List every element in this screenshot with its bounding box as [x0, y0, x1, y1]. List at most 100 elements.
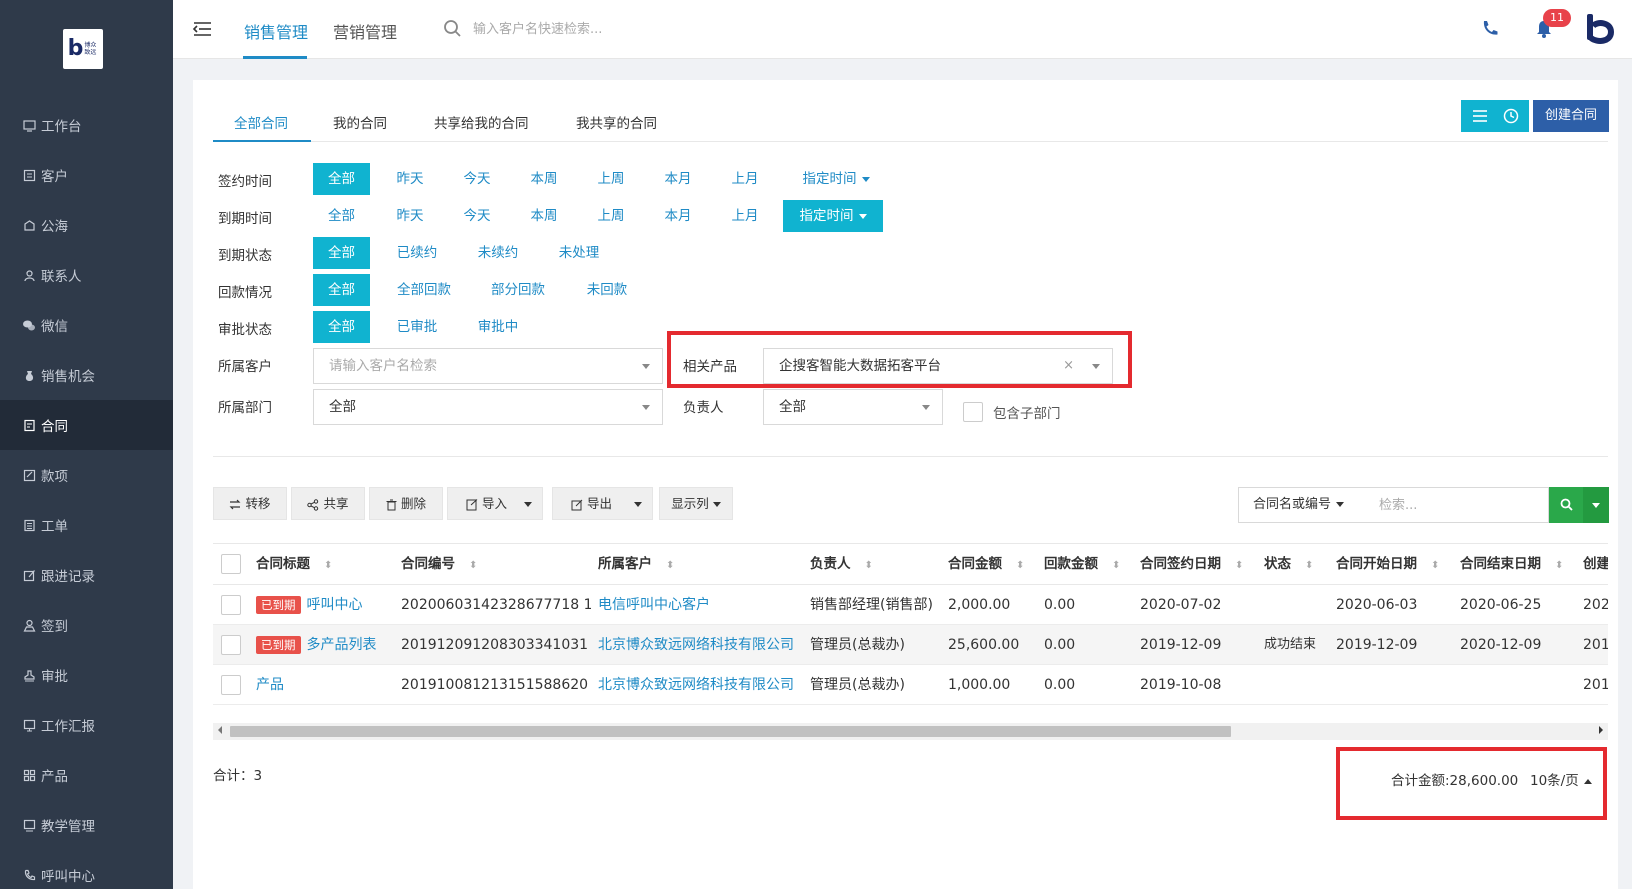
due-time-option-custom[interactable]: 指定时间 [783, 200, 883, 232]
sign-time-option-today[interactable]: 今天 [450, 163, 504, 195]
contract-title-link[interactable]: 已到期 多产品列表 [256, 625, 377, 665]
sign-time-option-yesterday[interactable]: 昨天 [383, 163, 437, 195]
list-view-icon[interactable] [1472, 109, 1488, 123]
approval-option-approved[interactable]: 已审批 [385, 311, 449, 343]
tab-sales-management[interactable]: 销售管理 [244, 19, 308, 43]
search-button[interactable] [1549, 487, 1583, 523]
sidebar-item-product[interactable]: 产品 [0, 750, 173, 800]
column-header-owner[interactable]: 负责人 ⬍ [810, 544, 873, 584]
payment-option-none[interactable]: 未回款 [575, 274, 639, 306]
tab-my-contracts[interactable]: 我的合同 [333, 112, 387, 132]
contract-title-link[interactable]: 产品 [256, 665, 284, 705]
sidebar-item-workbench[interactable]: 工作台 [0, 100, 173, 150]
due-time-option-this-week[interactable]: 本周 [517, 200, 571, 232]
sign-time-option-this-week[interactable]: 本周 [517, 163, 571, 195]
column-header-created[interactable]: 创建 [1583, 544, 1608, 584]
app-logo[interactable]: b 博众 致远 [63, 29, 103, 69]
customer-link[interactable]: 北京博众致远网络科技有限公司 [598, 625, 794, 665]
owner-select[interactable]: 全部 [763, 389, 943, 425]
display-columns-button[interactable]: 显示列 [659, 487, 733, 520]
due-time-option-last-month[interactable]: 上月 [718, 200, 772, 232]
sidebar-item-opportunity[interactable]: 销售机会 [0, 350, 173, 400]
scroll-left-arrow-icon[interactable] [218, 726, 222, 734]
sign-time-option-this-month[interactable]: 本月 [651, 163, 705, 195]
brand-logo-icon[interactable] [1583, 12, 1615, 46]
department-select[interactable]: 全部 [313, 389, 663, 425]
tab-all-contracts[interactable]: 全部合同 [234, 112, 288, 132]
clock-icon[interactable] [1503, 108, 1519, 124]
column-header-status[interactable]: 状态 ⬍ [1264, 544, 1313, 584]
tab-shared-to-me[interactable]: 共享给我的合同 [434, 112, 529, 132]
approval-option-all[interactable]: 全部 [313, 311, 370, 343]
include-subdepartment-checkbox[interactable] [963, 402, 983, 422]
column-header-sign-date[interactable]: 合同签约日期 ⬍ [1140, 544, 1243, 584]
export-button[interactable]: 导出 [552, 487, 653, 520]
due-status-option-renewed[interactable]: 已续约 [385, 237, 449, 269]
table-row[interactable]: 已到期 多产品列表 201912091208303341031 2 北京博众致远网… [213, 625, 1608, 665]
caret-down-icon[interactable] [524, 502, 532, 507]
table-row[interactable]: 已到期 呼叫中心 20200603142328677718 10 电信呼叫中心客户… [213, 585, 1608, 625]
due-time-option-last-week[interactable]: 上周 [584, 200, 638, 232]
table-horizontal-scrollbar[interactable] [213, 723, 1608, 740]
phone-icon[interactable] [1480, 19, 1500, 39]
payment-option-partial[interactable]: 部分回款 [481, 274, 555, 306]
sidebar-item-followup[interactable]: 跟进记录 [0, 550, 173, 600]
due-time-option-yesterday[interactable]: 昨天 [383, 200, 437, 232]
contract-title-link[interactable]: 已到期 呼叫中心 [256, 585, 363, 625]
sidebar-item-teaching[interactable]: 教学管理 [0, 800, 173, 850]
search-type-select[interactable]: 合同名或编号 [1238, 487, 1365, 523]
sidebar-item-payment[interactable]: 款项 [0, 450, 173, 500]
search-options-dropdown[interactable] [1583, 487, 1609, 523]
contract-search-input[interactable] [1364, 487, 1549, 523]
select-all-checkbox[interactable] [221, 554, 241, 574]
sidebar-item-report[interactable]: 工作汇报 [0, 700, 173, 750]
due-status-option-not-renewed[interactable]: 未续约 [466, 237, 530, 269]
due-time-option-this-month[interactable]: 本月 [651, 200, 705, 232]
sidebar-item-customer[interactable]: 客户 [0, 150, 173, 200]
import-button[interactable]: 导入 [447, 487, 543, 520]
due-time-option-today[interactable]: 今天 [450, 200, 504, 232]
scrollbar-thumb[interactable] [230, 726, 1231, 737]
sign-time-option-last-week[interactable]: 上周 [584, 163, 638, 195]
column-header-end-date[interactable]: 合同结束日期 ⬍ [1460, 544, 1563, 584]
transfer-button[interactable]: 转移 [213, 487, 287, 520]
due-time-option-all[interactable]: 全部 [313, 200, 370, 232]
row-checkbox[interactable] [221, 635, 241, 655]
customer-link[interactable]: 北京博众致远网络科技有限公司 [598, 665, 794, 705]
sidebar-item-checkin[interactable]: 签到 [0, 600, 173, 650]
column-header-paid[interactable]: 回款金额 ⬍ [1044, 544, 1120, 584]
sign-time-option-custom[interactable]: 指定时间 [786, 163, 886, 195]
clear-icon[interactable]: × [1063, 349, 1074, 383]
column-header-start-date[interactable]: 合同开始日期 ⬍ [1336, 544, 1439, 584]
product-select[interactable]: 企搜客智能大数据拓客平台 × [763, 348, 1113, 384]
sidebar-item-sea[interactable]: 公海 [0, 200, 173, 250]
scroll-right-arrow-icon[interactable] [1599, 726, 1603, 734]
customer-quick-search-input[interactable] [473, 16, 733, 42]
sidebar-item-callcenter[interactable]: 呼叫中心 [0, 850, 173, 889]
payment-option-all[interactable]: 全部 [313, 274, 370, 306]
sign-time-option-all[interactable]: 全部 [313, 163, 370, 195]
sign-time-option-last-month[interactable]: 上月 [718, 163, 772, 195]
create-contract-button[interactable]: 创建合同 [1533, 100, 1609, 132]
caret-down-icon[interactable] [634, 502, 642, 507]
table-row[interactable]: 产品 201910081213151588620 4 北京博众致远网络科技有限公… [213, 665, 1608, 705]
payment-option-full[interactable]: 全部回款 [387, 274, 461, 306]
row-checkbox[interactable] [221, 595, 241, 615]
row-checkbox[interactable] [221, 675, 241, 695]
page-size-select[interactable]: 10条/页 [1530, 769, 1592, 789]
due-status-option-all[interactable]: 全部 [313, 237, 370, 269]
sidebar-item-approval[interactable]: 审批 [0, 650, 173, 700]
column-header-customer[interactable]: 所属客户 ⬍ [598, 544, 674, 584]
sidebar-item-wechat[interactable]: 微信 [0, 300, 173, 350]
sidebar-item-ticket[interactable]: 工单 [0, 500, 173, 550]
sidebar-item-contract[interactable]: 合同 [0, 400, 173, 450]
column-header-title[interactable]: 合同标题 ⬍ [256, 544, 332, 584]
customer-link[interactable]: 电信呼叫中心客户 [598, 585, 710, 625]
approval-option-pending[interactable]: 审批中 [466, 311, 530, 343]
sidebar-item-contact[interactable]: 联系人 [0, 250, 173, 300]
due-status-option-unprocessed[interactable]: 未处理 [547, 237, 611, 269]
column-header-number[interactable]: 合同编号 ⬍ [401, 544, 477, 584]
delete-button[interactable]: 删除 [369, 487, 443, 520]
tab-shared-by-me[interactable]: 我共享的合同 [576, 112, 657, 132]
column-header-amount[interactable]: 合同金额 ⬍ [948, 544, 1024, 584]
